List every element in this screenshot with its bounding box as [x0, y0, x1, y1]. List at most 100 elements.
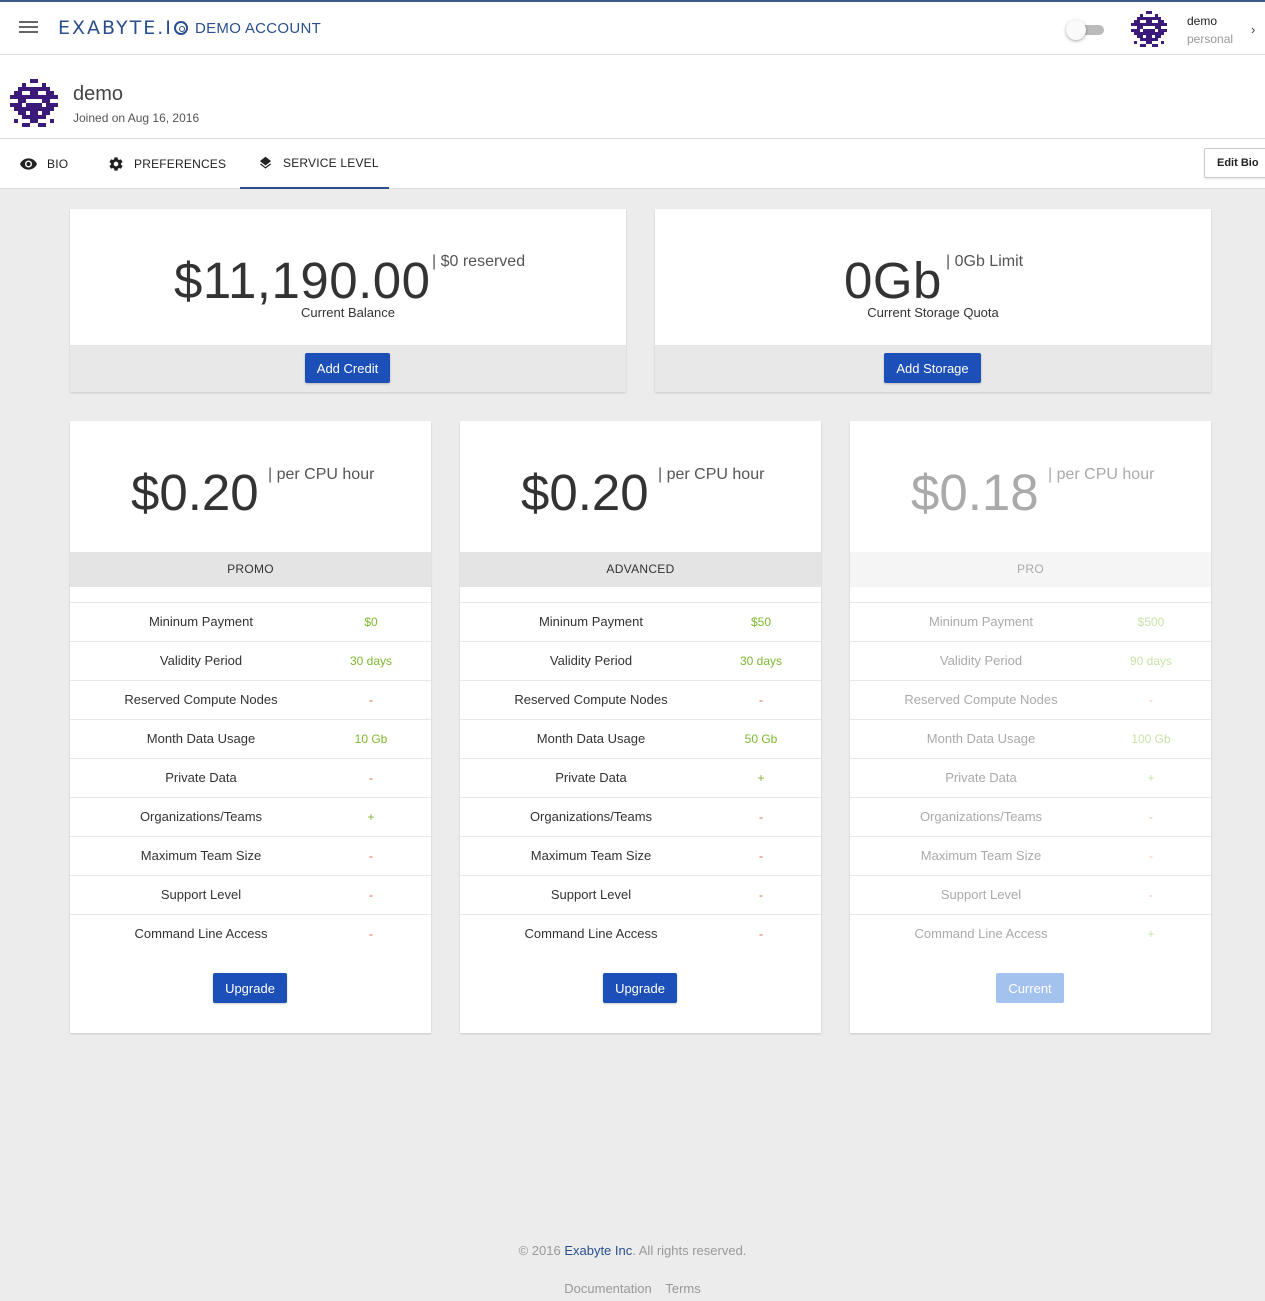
feature-label: Organizations/Teams [919, 809, 1043, 824]
plan-price-unit: | per CPU hour [268, 466, 375, 483]
feature-row: Validity Period 30 days [460, 641, 821, 680]
feature-label: Maximum Team Size [140, 848, 262, 863]
feature-row: Organizations/Teams + [70, 797, 431, 836]
feature-label: Mininum Payment [538, 614, 644, 629]
feature-value: 90 days [1129, 654, 1173, 668]
feature-value: - [1149, 849, 1153, 863]
feature-row: Reserved Compute Nodes - [850, 680, 1211, 719]
feature-row: Command Line Access + [850, 914, 1211, 953]
feature-label: Support Level [550, 887, 632, 902]
balance-value: $11,190.00 [174, 252, 431, 309]
feature-row: Validity Period 90 days [850, 641, 1211, 680]
company-link[interactable]: Exabyte Inc [564, 1243, 632, 1258]
feature-value: $50 [750, 615, 772, 629]
feature-row: Month Data Usage 100 Gb [850, 719, 1211, 758]
feature-row: Maximum Team Size - [460, 836, 821, 875]
current-plan-button: Current [996, 973, 1064, 1003]
copyright-prefix: © 2016 [518, 1243, 565, 1258]
feature-row: Month Data Usage 50 Gb [460, 719, 821, 758]
feature-label: Private Data [945, 770, 1017, 785]
copyright: © 2016 Exabyte Inc. All rights reserved. [0, 1243, 1265, 1258]
feature-value: - [1149, 888, 1153, 902]
feature-value: - [759, 927, 763, 941]
chevron-right-icon[interactable]: › [1251, 22, 1255, 37]
feature-row: Support Level - [850, 875, 1211, 914]
tab-service-level[interactable]: SERVICE LEVEL [240, 139, 389, 189]
feature-label: Command Line Access [134, 926, 268, 941]
feature-row: Reserved Compute Nodes - [460, 680, 821, 719]
storage-label: Current Storage Quota [867, 305, 999, 320]
feature-row: Maximum Team Size - [70, 836, 431, 875]
edit-bio-button[interactable]: Edit Bio [1204, 148, 1265, 178]
feature-value: 50 Gb [744, 732, 778, 746]
tab-preferences[interactable]: PREFERENCES [108, 139, 226, 189]
feature-value: + [1147, 927, 1155, 941]
feature-value: - [759, 849, 763, 863]
top-user-account-type: personal [1187, 32, 1234, 46]
gear-icon [109, 157, 123, 171]
add-credit-button[interactable]: Add Credit [305, 353, 390, 383]
feature-label: Private Data [165, 770, 237, 785]
feature-value: 10 Gb [354, 732, 388, 746]
feature-value: - [759, 888, 763, 902]
feature-value: 30 days [739, 654, 783, 668]
feature-value: 100 Gb [1131, 732, 1171, 746]
feature-row: Command Line Access - [70, 914, 431, 953]
menu-icon[interactable] [19, 20, 39, 34]
feature-label: Validity Period [159, 653, 243, 668]
upgrade-button[interactable]: Upgrade [603, 973, 677, 1003]
profile-header: demo Joined on Aug 16, 2016 [0, 55, 1265, 139]
feature-value: 30 days [349, 654, 393, 668]
balance-card: $11,190.00 | $0 reserved Current Balance… [70, 209, 626, 392]
feature-value: - [759, 693, 763, 707]
feature-row: Mininum Payment $50 [460, 602, 821, 641]
plan-feature-list: Mininum Payment $500 Validity Period 90 day… [850, 602, 1211, 953]
tab-bio[interactable]: BIO [20, 139, 68, 189]
feature-label: Mininum Payment [928, 614, 1034, 629]
documentation-link[interactable]: Documentation [564, 1281, 651, 1296]
exabyte-logo[interactable]: EXABYTE.I [58, 17, 188, 39]
feature-row: Support Level - [460, 875, 821, 914]
add-storage-button[interactable]: Add Storage [884, 353, 981, 383]
feature-value: - [369, 849, 373, 863]
balance-card-footer: Add Credit [70, 345, 626, 392]
feature-label: Mininum Payment [148, 614, 254, 629]
feature-value: - [759, 810, 763, 824]
feature-row: Private Data + [460, 758, 821, 797]
feature-row: Private Data - [70, 758, 431, 797]
account-title: DEMO ACCOUNT [195, 20, 322, 37]
tab-service-level-label: SERVICE LEVEL [283, 156, 379, 170]
feature-value: + [367, 810, 375, 824]
feature-row: Maximum Team Size - [850, 836, 1211, 875]
mode-toggle[interactable] [1066, 20, 1104, 40]
user-avatar-icon[interactable] [1131, 11, 1167, 47]
feature-label: Month Data Usage [536, 731, 646, 746]
feature-value: - [369, 771, 373, 785]
plan-price: $0.20 [521, 464, 649, 521]
feature-label: Maximum Team Size [530, 848, 652, 863]
top-user-name[interactable]: demo [1187, 14, 1217, 28]
feature-value: - [369, 693, 373, 707]
plan-price-unit: | per CPU hour [658, 466, 765, 483]
logo-o-icon [173, 21, 188, 35]
tab-preferences-label: PREFERENCES [134, 157, 227, 171]
storage-limit: | 0Gb Limit [946, 253, 1024, 270]
feature-label: Private Data [555, 770, 627, 785]
feature-label: Reserved Compute Nodes [904, 692, 1058, 707]
feature-label: Support Level [940, 887, 1022, 902]
feature-row: Support Level - [70, 875, 431, 914]
profile-joined-date: Joined on Aug 16, 2016 [73, 111, 200, 125]
feature-row: Organizations/Teams - [850, 797, 1211, 836]
tab-bio-label: BIO [47, 157, 69, 171]
terms-link[interactable]: Terms [665, 1281, 700, 1296]
feature-row: Mininum Payment $500 [850, 602, 1211, 641]
feature-row: Private Data + [850, 758, 1211, 797]
feature-row: Validity Period 30 days [70, 641, 431, 680]
storage-card: 0Gb | 0Gb Limit Current Storage Quota Ad… [655, 209, 1211, 392]
copyright-suffix: . All rights reserved. [632, 1243, 747, 1258]
upgrade-button[interactable]: Upgrade [213, 973, 287, 1003]
footer-links: Documentation Terms [0, 1281, 1265, 1296]
feature-value: - [369, 927, 373, 941]
plan-price: $0.20 [131, 464, 259, 521]
plan-card-promo: $0.20 | per CPU hour PROMO Mininum Payme… [70, 421, 431, 1033]
